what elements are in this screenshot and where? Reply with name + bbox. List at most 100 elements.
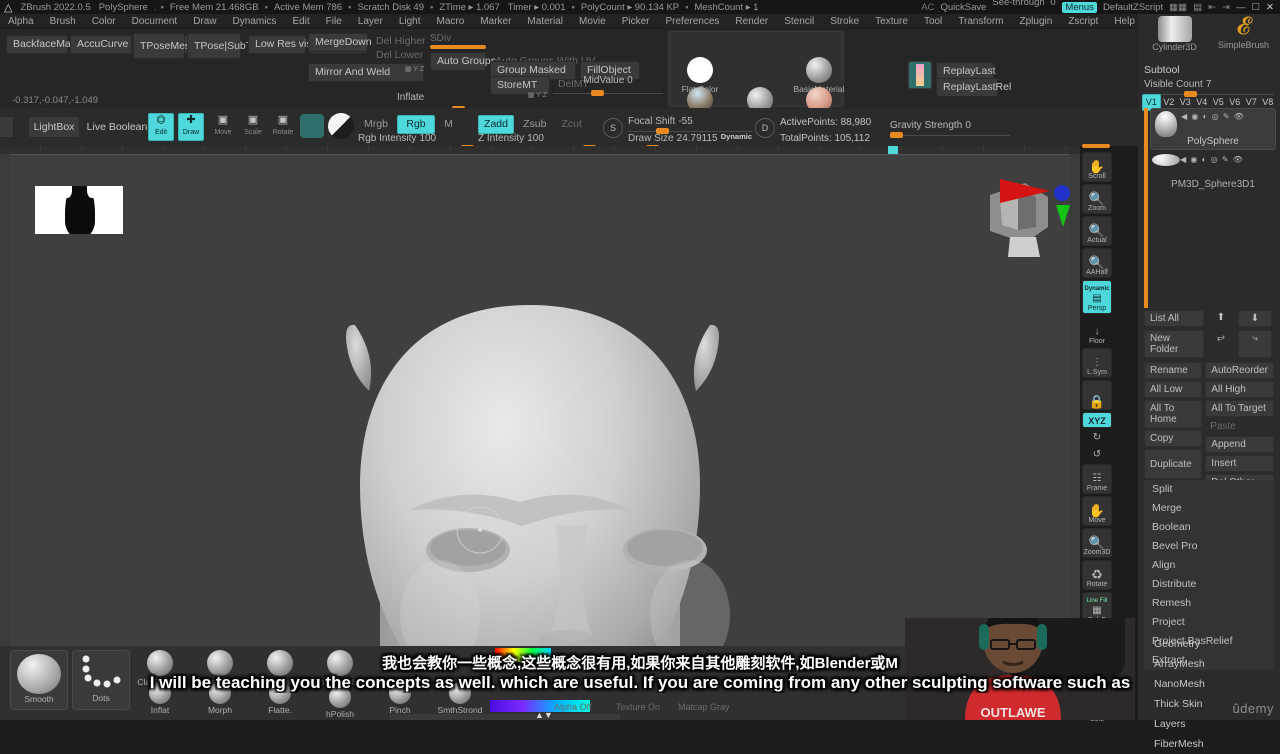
menus-toggle[interactable]: Menus — [1062, 1, 1097, 13]
op-bevel-pro[interactable]: Bevel Pro — [1144, 537, 1274, 556]
auto-groups-button[interactable]: Auto Groups — [430, 52, 496, 71]
edit-button[interactable]: ⏣ Edit — [148, 113, 174, 141]
dynamic-toggle[interactable]: Dynamic — [721, 132, 752, 141]
replay-last-rel-button[interactable]: ReplayLastRel — [936, 78, 1011, 97]
subtool-section-title[interactable]: Subtool — [1144, 64, 1180, 76]
rotate3d-button[interactable]: ♻ Rotate — [1082, 560, 1112, 590]
all-to-home-button[interactable]: All To Home — [1144, 400, 1203, 428]
local-symmetry-button[interactable]: ⋮ L.Sym — [1082, 348, 1112, 378]
menu-document[interactable]: Document — [124, 16, 186, 27]
menu-picker[interactable]: Picker — [614, 16, 658, 27]
menu-preferences[interactable]: Preferences — [657, 16, 727, 27]
floor-button[interactable]: ↓ Floor — [1082, 316, 1112, 346]
menu-zscript[interactable]: Zscript — [1060, 16, 1106, 27]
lightbox-button[interactable]: LightBox — [28, 116, 80, 138]
move-view-button[interactable]: ✋ Move — [1082, 496, 1112, 526]
move-out-button[interactable]: ⥂ — [1207, 330, 1235, 358]
append-button[interactable]: Append — [1205, 436, 1274, 453]
menu-stroke[interactable]: Stroke — [822, 16, 867, 27]
move-down-button[interactable]: ⬇ — [1238, 310, 1272, 327]
del-lower-button[interactable]: Del Lower — [370, 47, 424, 64]
midvalue-slider[interactable] — [553, 86, 663, 96]
dock-right-icon[interactable]: ⇥ — [1222, 2, 1230, 13]
subtool-item-pm3d-sphere3d1[interactable]: ◀ ◉ ◐ ◎ ✎ 👁 PM3D_Sphere3D1 — [1150, 152, 1276, 194]
new-folder-button[interactable]: New Folder — [1144, 330, 1204, 358]
menu-brush[interactable]: Brush — [42, 16, 84, 27]
live-boolean-button[interactable]: Live Boolean — [84, 116, 150, 138]
frame-button[interactable]: ☷ Frame — [1082, 464, 1112, 494]
backfacemask-button[interactable]: BackfaceMask — [6, 35, 81, 54]
xyz-button[interactable]: XYZ — [1082, 412, 1112, 428]
op-split[interactable]: Split — [1144, 480, 1274, 499]
menu-material[interactable]: Material — [519, 16, 571, 27]
canvas-area[interactable] — [0, 146, 1080, 647]
dock-left-icon[interactable]: ⇤ — [1208, 2, 1216, 13]
menu-color[interactable]: Color — [84, 16, 124, 27]
zoom3d-button[interactable]: 🔍 Zoom3D — [1082, 528, 1112, 558]
tool-simplebrush[interactable]: 𝓔 SimpleBrush — [1211, 14, 1276, 56]
menu-movie[interactable]: Movie — [571, 16, 614, 27]
insert-button[interactable]: Insert — [1205, 455, 1274, 472]
subtool-item-polysphere[interactable]: ◀ ◉ ◐ ◎ ✎ 👁 PolySphere — [1150, 108, 1276, 150]
stylus-pressure-focal-icon[interactable]: S — [603, 118, 623, 138]
tpose-subt-button[interactable]: TPose|SubT — [187, 33, 252, 59]
menu-tool[interactable]: Tool — [916, 16, 950, 27]
matcap-gray-button[interactable]: Matcap Gray — [672, 699, 736, 716]
quicksave-button[interactable]: QuickSave — [940, 2, 986, 13]
draw-button[interactable]: ✚ Draw — [178, 113, 204, 141]
duplicate-button[interactable]: Duplicate — [1144, 449, 1203, 479]
op-boolean[interactable]: Boolean — [1144, 518, 1274, 537]
maximize-icon[interactable]: ☐ — [1252, 2, 1261, 13]
menu-draw[interactable]: Draw — [185, 16, 224, 27]
op-distribute[interactable]: Distribute — [1144, 575, 1274, 594]
menu-dynamics[interactable]: Dynamics — [225, 16, 285, 27]
menu-marker[interactable]: Marker — [472, 16, 519, 27]
menu-layer[interactable]: Layer — [350, 16, 391, 27]
minimize-icon[interactable]: — — [1236, 2, 1246, 13]
menu-texture[interactable]: Texture — [867, 16, 916, 27]
shelf-left-edge[interactable] — [0, 116, 14, 138]
zoom-button[interactable]: 🔍 Zoom — [1082, 184, 1112, 214]
all-to-target-button[interactable]: All To Target — [1205, 400, 1274, 417]
navigation-gizmo[interactable] — [970, 175, 1070, 275]
menu-macro[interactable]: Macro — [429, 16, 473, 27]
menu-zplugin[interactable]: Zplugin — [1012, 16, 1061, 27]
accucurve-button[interactable]: AccuCurve — [70, 35, 132, 54]
viewport[interactable] — [10, 154, 1070, 647]
scroll-button[interactable]: ✋ Scroll — [1082, 152, 1112, 182]
menu-edit[interactable]: Edit — [284, 16, 317, 27]
menu-file[interactable]: File — [318, 16, 350, 27]
replay-thumbnail[interactable] — [908, 61, 932, 89]
aahalf-button[interactable]: 🔍 AAHalf — [1082, 248, 1112, 278]
sdiv-slider[interactable] — [430, 45, 486, 49]
paste-button[interactable]: Paste — [1205, 419, 1274, 434]
tray-toggle-icon[interactable]: ▤ — [1193, 2, 1202, 13]
tray-collapse-arrows-icon[interactable]: ▲▼ — [535, 710, 553, 720]
zsub-button[interactable]: Zsub — [517, 116, 552, 133]
sculpt-model[interactable] — [10, 155, 1070, 647]
op-project[interactable]: Project — [1144, 613, 1274, 632]
lock-transform-button[interactable]: 🔒 — [1082, 380, 1112, 410]
scale-button[interactable]: ▣ Scale — [240, 113, 266, 141]
brush-preview-circle[interactable] — [300, 114, 324, 138]
menu-light[interactable]: Light — [391, 16, 429, 27]
op-remesh[interactable]: Remesh — [1144, 594, 1274, 613]
subtool-visibility-icons[interactable]: ◀ ◉ ◐ ◎ ✎ 👁 — [1180, 155, 1244, 164]
rotate-button[interactable]: ▣ Rotate — [270, 113, 296, 141]
tool-cylinder3d[interactable]: Cylinder3D — [1142, 14, 1207, 56]
persp-button[interactable]: Dynamic ▤ Persp — [1082, 280, 1112, 314]
op-align[interactable]: Align — [1144, 556, 1274, 575]
rename-button[interactable]: Rename — [1144, 362, 1203, 379]
menu-alpha[interactable]: Alpha — [0, 16, 42, 27]
subtool-visibility-icons[interactable]: ◀ ◉ ◐ ◎ ✎ 👁 — [1181, 112, 1245, 121]
copy-button[interactable]: Copy — [1144, 430, 1203, 447]
mrgb-button[interactable]: Mrgb — [358, 116, 394, 133]
rtoolbar-slider-top[interactable] — [1082, 144, 1110, 148]
section-geometry[interactable]: Geometry — [1144, 634, 1274, 654]
tray-resize-handle[interactable] — [390, 714, 620, 720]
rotate-y-button[interactable]: ↻ — [1082, 430, 1112, 445]
all-high-button[interactable]: All High — [1205, 381, 1274, 398]
menu-render[interactable]: Render — [727, 16, 776, 27]
autoreorder-button[interactable]: AutoReorder — [1205, 362, 1274, 379]
shelf-toggle-icon[interactable]: ▦▦ — [1169, 2, 1187, 13]
